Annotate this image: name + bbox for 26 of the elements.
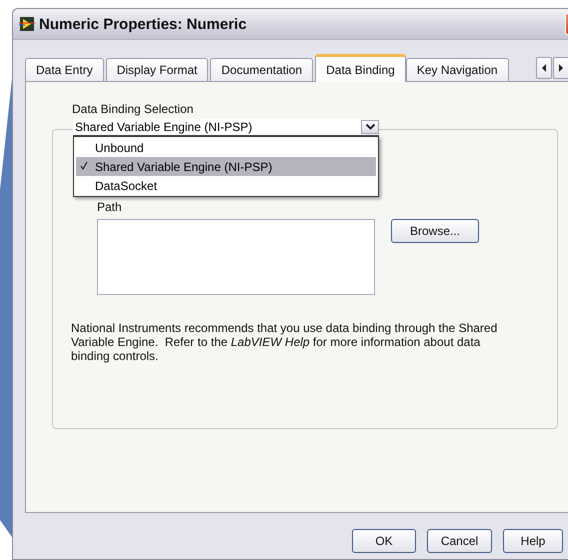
dropdown-option[interactable]: Unbound [76,138,376,157]
dropdown[interactable]: Shared Variable Engine (NI-PSP) [73,119,379,136]
dialog-button[interactable]: OK [352,529,416,553]
window-title: Numeric Properties: Numeric [39,16,248,32]
field-label: Data Binding Selection [72,102,194,118]
check-icon [80,160,88,170]
app-icon [19,16,35,32]
field-label: Path [97,200,123,216]
info-text: National Instruments recommends that you use data binding through the Shared Variable Engine. Refer to the LabVIEW Help for more information about data binding controls. [71,321,498,363]
dialog-button[interactable]: Cancel [427,529,492,553]
browse-button[interactable]: Browse... [391,219,479,243]
dialog-button[interactable]: Help [503,529,563,553]
tab[interactable]: Data Entry [25,58,104,82]
dropdown-arrow-button[interactable] [361,120,379,134]
right-arrow-icon [558,64,564,72]
scroll-right-button[interactable] [553,57,568,79]
dropdown-option[interactable]: Shared Variable Engine (NI-PSP) [76,157,376,176]
tab[interactable]: Display Format [106,58,208,82]
left-arrow-icon [541,64,547,72]
dropdown-option[interactable]: DataSocket [76,176,376,195]
chevron-down-icon [366,124,374,130]
path-field[interactable] [97,219,375,295]
tab[interactable]: Documentation [210,58,314,82]
scroll-left-button[interactable] [536,57,552,79]
tab[interactable]: Key Navigation [406,58,509,82]
tab[interactable]: Data Binding [315,54,406,82]
